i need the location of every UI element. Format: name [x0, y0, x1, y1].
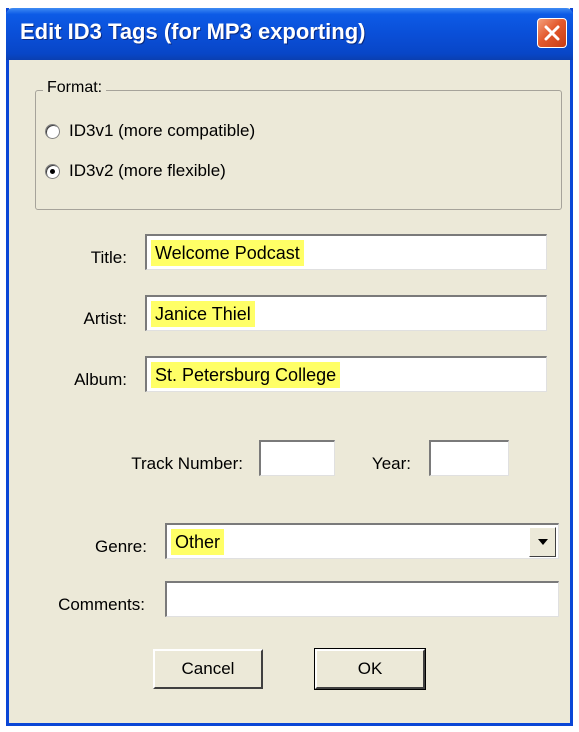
artist-field[interactable]: Janice Thiel	[145, 295, 547, 331]
radio-id3v1[interactable]: ID3v1 (more compatible)	[45, 119, 255, 143]
album-label: Album:	[74, 370, 127, 389]
close-icon	[544, 25, 560, 41]
cancel-button[interactable]: Cancel	[153, 649, 263, 689]
title-field[interactable]: Welcome Podcast	[145, 234, 547, 270]
comments-label: Comments:	[58, 595, 145, 614]
close-button[interactable]	[537, 18, 567, 48]
genre-dropdown-button[interactable]	[529, 527, 556, 557]
title-label: Title:	[90, 248, 127, 267]
track-number-label: Track Number:	[131, 454, 243, 473]
radio-id3v1-label: ID3v1 (more compatible)	[69, 121, 256, 140]
track-number-field[interactable]	[259, 440, 335, 476]
radio-id3v2-circle[interactable]	[45, 163, 60, 179]
genre-value: Other	[171, 529, 225, 555]
radio-id3v2-label: ID3v2 (more flexible)	[69, 161, 226, 180]
radio-id3v1-circle[interactable]	[45, 123, 60, 139]
artist-value: Janice Thiel	[151, 301, 255, 327]
comments-field[interactable]	[165, 581, 559, 617]
genre-label: Genre:	[95, 537, 147, 556]
radio-id3v2[interactable]: ID3v2 (more flexible)	[45, 159, 226, 183]
year-field[interactable]	[429, 440, 509, 476]
id3-dialog: Edit ID3 Tags (for MP3 exporting) Format…	[6, 8, 573, 726]
ok-button[interactable]: OK	[314, 648, 426, 690]
format-groupbox	[35, 90, 562, 210]
title-bar[interactable]: Edit ID3 Tags (for MP3 exporting)	[6, 8, 573, 60]
genre-dropdown[interactable]: Other	[165, 523, 559, 559]
album-field[interactable]: St. Petersburg College	[145, 356, 547, 392]
artist-label: Artist:	[83, 309, 127, 328]
album-value: St. Petersburg College	[151, 362, 341, 388]
window-title: Edit ID3 Tags (for MP3 exporting)	[20, 19, 366, 44]
chevron-down-icon	[538, 539, 548, 545]
format-legend: Format:	[43, 79, 107, 97]
title-value: Welcome Podcast	[151, 240, 304, 266]
year-label: Year:	[371, 454, 411, 473]
